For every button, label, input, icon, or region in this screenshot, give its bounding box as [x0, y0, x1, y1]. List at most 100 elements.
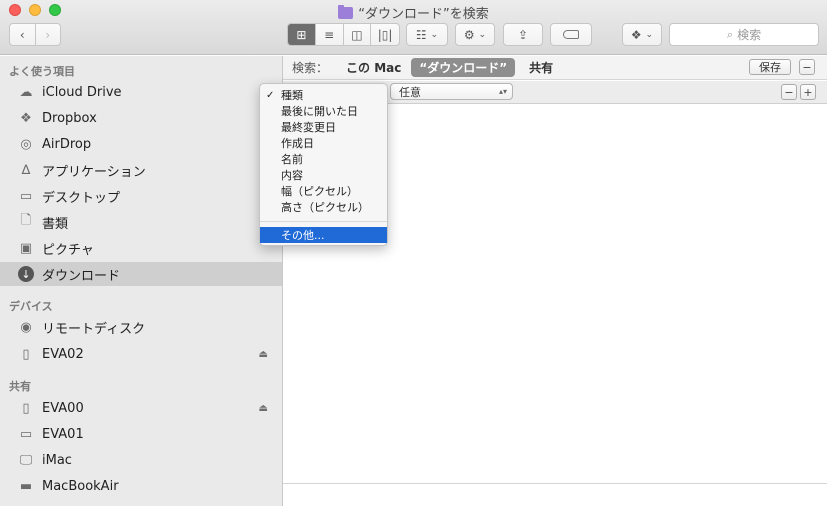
dropbox-icon: ❖	[20, 110, 32, 126]
menu-item-label: 幅（ピクセル）	[281, 185, 358, 198]
minus-icon: −	[784, 85, 794, 99]
menu-item-label: 高さ（ピクセル）	[281, 201, 369, 214]
sidebar-item-eva01[interactable]: ▭ EVA01	[0, 422, 282, 446]
search-scope-bar: 検索： この Mac “ダウンロード” 共有	[283, 56, 827, 80]
sidebar-item-label: Dropbox	[42, 110, 97, 126]
disc-icon: ◉	[20, 319, 32, 335]
add-criteria-button[interactable]: +	[800, 84, 816, 100]
sidebar-item-desktop[interactable]: ▭ デスクトップ	[0, 184, 282, 208]
back-button[interactable]: ‹	[10, 24, 36, 45]
chevron-down-icon: ⌄	[478, 29, 487, 40]
menu-item-label: その他...	[281, 229, 325, 242]
list-view-button[interactable]: ≡	[316, 24, 344, 45]
sidebar-item-icloud-drive[interactable]: ☁ iCloud Drive	[0, 80, 282, 104]
back-forward-control: ‹ ›	[9, 23, 61, 46]
sidebar-item-label: MacBookAir	[42, 478, 119, 494]
dropbox-icon: ❖	[630, 27, 642, 42]
sidebar-item-imac[interactable]: 🖵 iMac	[0, 448, 282, 472]
menu-item-kind[interactable]: ✓ 種類	[260, 87, 387, 103]
menu-item-height-pixels[interactable]: 高さ（ピクセル）	[260, 199, 387, 215]
sidebar-item-eva02[interactable]: ▯ EVA02 ⏏	[0, 342, 282, 366]
view-mode-control: ⊞ ≡ ◫ |▯|	[287, 23, 400, 46]
title-bar: “ダウンロード”を検索 ‹ › ⊞ ≡ ◫ |▯| ☷ ⌄ ⚙ ⌄ ⇪ ❖ ⌄ …	[0, 0, 827, 55]
sidebar-item-label: ピクチャ	[42, 242, 94, 258]
criteria-value-label: 任意	[399, 85, 421, 99]
menu-separator	[260, 221, 387, 222]
menu-item-name[interactable]: 名前	[260, 151, 387, 167]
applications-icon: ∆	[21, 162, 31, 178]
save-search-button[interactable]: 保存	[749, 59, 791, 75]
column-view-button[interactable]: ◫	[344, 24, 372, 45]
search-icon: ⌕	[726, 27, 734, 41]
remove-criteria-button[interactable]: −	[781, 84, 797, 100]
chevron-down-icon: ⌄	[645, 29, 654, 40]
sidebar-item-pictures[interactable]: ▣ ピクチャ	[0, 236, 282, 260]
arrange-button[interactable]: ☷ ⌄	[406, 23, 448, 46]
list-icon: ≡	[324, 27, 335, 42]
sidebar-item-label: AirDrop	[42, 136, 92, 152]
sidebar-item-label: リモートディスク	[42, 321, 146, 337]
sidebar-item-applications[interactable]: ∆ アプリケーション	[0, 158, 282, 182]
menu-item-label: 種類	[281, 89, 303, 102]
scope-this-mac[interactable]: この Mac	[346, 59, 401, 76]
attribute-menu: ✓ 種類 最後に開いた日 最終変更日 作成日 名前 内容 幅（ピクセル） 高さ（…	[259, 83, 388, 246]
menu-item-other[interactable]: その他...	[260, 227, 387, 243]
chevron-left-icon: ‹	[19, 27, 25, 42]
tags-button[interactable]	[550, 23, 592, 46]
sidebar-item-label: デスクトップ	[42, 190, 121, 206]
eject-icon[interactable]: ⏏	[259, 403, 268, 414]
menu-item-created[interactable]: 作成日	[260, 135, 387, 151]
sidebar-item-downloads[interactable]: ↓ ダウンロード	[0, 262, 282, 286]
download-icon: ↓	[18, 266, 34, 282]
updown-icon: ▴▾	[498, 87, 507, 96]
sidebar-item-label: アプリケーション	[42, 164, 146, 180]
share-button[interactable]: ⇪	[503, 23, 543, 46]
dropbox-toolbar-button[interactable]: ❖ ⌄	[622, 23, 662, 46]
icon-view-button[interactable]: ⊞	[288, 24, 316, 45]
search-input[interactable]: ⌕ 検索	[669, 23, 819, 46]
scope-shared[interactable]: 共有	[529, 59, 553, 76]
columns-icon: ◫	[351, 27, 363, 42]
coverflow-icon: |▯|	[377, 27, 393, 42]
remove-search-button[interactable]: −	[799, 59, 815, 75]
scope-current-folder[interactable]: “ダウンロード”	[411, 58, 516, 77]
search-placeholder: 検索	[737, 28, 762, 42]
chevron-right-icon: ›	[45, 27, 51, 42]
action-button[interactable]: ⚙ ⌄	[455, 23, 495, 46]
desktop-icon: ▭	[19, 188, 33, 204]
documents-icon: 🗋	[20, 213, 32, 228]
chevron-down-icon: ⌄	[430, 29, 439, 40]
sidebar-item-macbookair[interactable]: ▬ MacBookAir	[0, 474, 282, 498]
menu-item-contents[interactable]: 内容	[260, 167, 387, 183]
sidebar-item-dropbox[interactable]: ❖ Dropbox	[0, 106, 282, 130]
airdrop-icon: ◎	[20, 136, 32, 152]
sidebar-header-devices: デバイス	[9, 300, 53, 313]
menu-item-label: 最終変更日	[281, 121, 336, 134]
sidebar-item-documents[interactable]: 🗋 書類	[0, 210, 282, 234]
sidebar-item-label: 書類	[42, 216, 69, 232]
criteria-value-select[interactable]: 任意 ▴▾	[390, 83, 513, 100]
arrange-grid-icon: ☷	[415, 27, 427, 42]
sidebar-item-eva00[interactable]: ▯ EVA00 ⏏	[0, 396, 282, 420]
share-icon: ⇪	[517, 27, 529, 42]
gear-icon: ⚙	[463, 27, 475, 42]
eject-icon[interactable]: ⏏	[259, 349, 268, 360]
sidebar-item-label: EVA00	[42, 400, 84, 416]
tag-icon	[563, 30, 579, 39]
folder-icon	[338, 5, 354, 19]
grid-icon: ⊞	[296, 27, 307, 42]
minus-icon: −	[802, 60, 812, 74]
forward-button[interactable]: ›	[36, 24, 61, 45]
coverflow-view-button[interactable]: |▯|	[371, 24, 399, 45]
sidebar-item-label: EVA01	[42, 426, 84, 442]
sidebar-item-remote-disc[interactable]: ◉ リモートディスク	[0, 315, 282, 339]
sidebar-item-airdrop[interactable]: ◎ AirDrop	[0, 132, 282, 156]
menu-item-width-pixels[interactable]: 幅（ピクセル）	[260, 183, 387, 199]
sidebar-item-label: iCloud Drive	[42, 84, 122, 100]
sidebar-item-label: EVA02	[42, 346, 84, 362]
menu-item-label: 名前	[281, 153, 303, 166]
menu-item-last-opened[interactable]: 最後に開いた日	[260, 103, 387, 119]
menu-item-label: 作成日	[281, 137, 314, 150]
sidebar-header-favorites: よく使う項目	[9, 65, 75, 78]
menu-item-last-modified[interactable]: 最終変更日	[260, 119, 387, 135]
